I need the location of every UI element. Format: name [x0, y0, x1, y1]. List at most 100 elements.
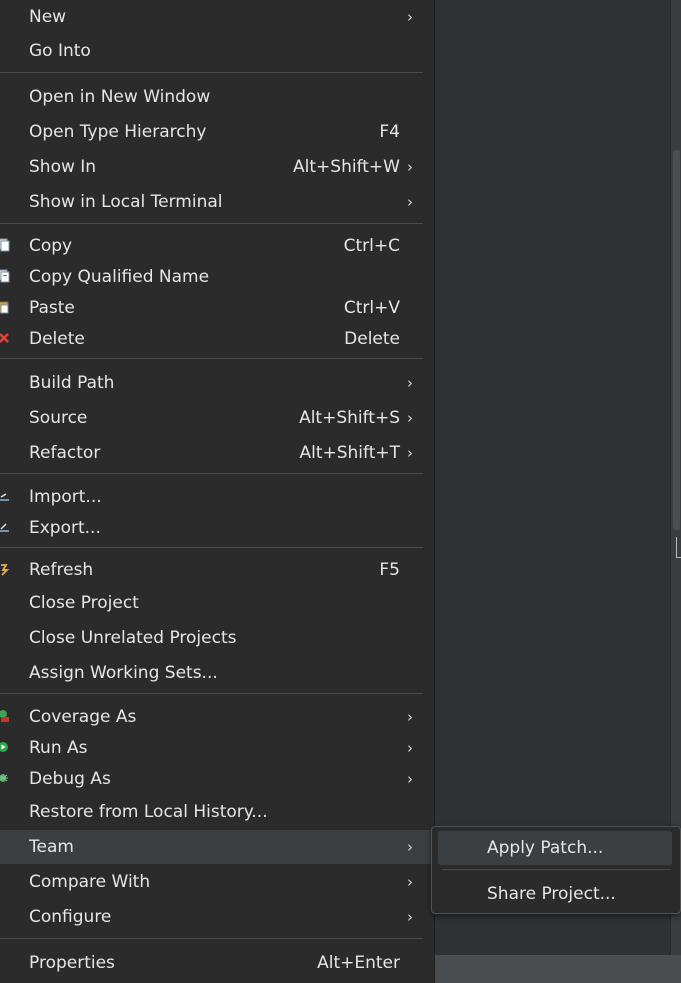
menu-item-source[interactable]: Source Alt+Shift+S › [0, 401, 423, 435]
menu-item-apply-patch[interactable]: Apply Patch... [438, 831, 672, 865]
menu-item-shortcut: Ctrl+V [343, 298, 400, 318]
menu-item-label: Show In [29, 157, 97, 177]
menu-item-open-in-new-window[interactable]: Open in New Window [0, 80, 423, 114]
paste-icon [0, 300, 10, 314]
menu-item-shortcut: F5 [379, 560, 400, 580]
menu-item-restore-from-local-history[interactable]: Restore from Local History... [0, 795, 423, 829]
menu-item-label: Restore from Local History... [29, 802, 268, 822]
menu-item-label: Properties [29, 953, 115, 973]
team-submenu: Apply Patch... Share Project... [431, 826, 681, 914]
menu-item-label: New [29, 7, 67, 27]
menu-item-close-unrelated-projects[interactable]: Close Unrelated Projects [0, 621, 423, 655]
menu-item-go-into[interactable]: Go Into [0, 34, 423, 68]
menu-item-show-in[interactable]: Show In Alt+Shift+W › [0, 150, 423, 184]
menu-item-export[interactable]: Export... [0, 511, 423, 545]
scrollbar-thumb[interactable] [673, 150, 680, 530]
editor-scrollbar[interactable] [670, 0, 681, 955]
menu-item-label: Copy Qualified Name [29, 267, 210, 287]
context-menu: New › Go Into Open in New Window Open Type H… [0, 0, 435, 983]
chevron-right-icon: › [407, 838, 413, 856]
menu-separator [0, 938, 423, 939]
menu-item-label: Refactor [29, 443, 101, 463]
menu-item-paste[interactable]: Paste Ctrl+V [0, 291, 423, 325]
chevron-right-icon: › [407, 374, 413, 392]
menu-item-copy[interactable]: Copy Ctrl+C [0, 229, 423, 263]
chevron-right-icon: › [407, 158, 413, 176]
menu-item-label: Close Project [29, 593, 139, 613]
chevron-right-icon: › [407, 8, 413, 26]
menu-separator [0, 693, 423, 694]
chevron-right-icon: › [407, 770, 413, 788]
chevron-right-icon: › [407, 409, 413, 427]
menu-item-label: Coverage As [29, 707, 137, 727]
menu-item-import[interactable]: Import... [0, 480, 423, 514]
editor-area [434, 0, 681, 955]
menu-item-shortcut: Alt+Enter [317, 953, 400, 973]
menu-item-new[interactable]: New › [0, 0, 423, 34]
menu-separator [0, 358, 423, 359]
menu-item-label: Close Unrelated Projects [29, 628, 237, 648]
menu-item-label: Debug As [29, 769, 111, 789]
menu-item-label: Share Project... [487, 884, 616, 904]
menu-item-assign-working-sets[interactable]: Assign Working Sets... [0, 656, 423, 690]
copy-qualified-name-icon [0, 269, 10, 283]
menu-item-configure[interactable]: Configure › [0, 900, 423, 934]
menu-item-label: Delete [29, 329, 85, 349]
menu-item-refactor[interactable]: Refactor Alt+Shift+T › [0, 436, 423, 470]
menu-item-label: Open in New Window [29, 87, 211, 107]
menu-item-label: Assign Working Sets... [29, 663, 218, 683]
menu-item-shortcut: Alt+Shift+T [299, 443, 400, 463]
menu-item-delete[interactable]: Delete Delete [0, 322, 423, 356]
menu-item-refresh[interactable]: Refresh F5 [0, 553, 423, 587]
menu-item-properties[interactable]: Properties Alt+Enter [0, 946, 423, 980]
menu-item-label: Paste [29, 298, 75, 318]
chevron-right-icon: › [407, 908, 413, 926]
menu-item-label: Configure [29, 907, 112, 927]
menu-separator [442, 869, 670, 870]
menu-item-label: Open Type Hierarchy [29, 122, 207, 142]
menu-item-debug-as[interactable]: Debug As › [0, 762, 423, 796]
coverage-icon [0, 709, 10, 723]
menu-item-label: Team [29, 837, 74, 857]
menu-item-shortcut: Alt+Shift+W [293, 157, 400, 177]
menu-item-compare-with[interactable]: Compare With › [0, 865, 423, 899]
menu-item-label: Run As [29, 738, 88, 758]
menu-item-label: Export... [29, 518, 101, 538]
menu-item-label: Show in Local Terminal [29, 192, 223, 212]
menu-item-label: Refresh [29, 560, 94, 580]
menu-item-run-as[interactable]: Run As › [0, 731, 423, 765]
menu-item-shortcut: Alt+Shift+S [299, 408, 400, 428]
chevron-right-icon: › [407, 739, 413, 757]
import-icon [0, 489, 10, 503]
menu-item-label: Build Path [29, 373, 115, 393]
debug-icon [0, 771, 10, 785]
menu-item-open-type-hierarchy[interactable]: Open Type Hierarchy F4 [0, 115, 423, 149]
menu-item-close-project[interactable]: Close Project [0, 586, 423, 620]
menu-item-build-path[interactable]: Build Path › [0, 366, 423, 400]
menu-item-coverage-as[interactable]: Coverage As › [0, 700, 423, 734]
menu-item-label: Import... [29, 487, 102, 507]
chevron-right-icon: › [407, 873, 413, 891]
delete-icon [0, 331, 10, 345]
menu-item-team[interactable]: Team › [0, 830, 433, 864]
chevron-right-icon: › [407, 708, 413, 726]
chevron-right-icon: › [407, 444, 413, 462]
menu-separator [0, 72, 423, 73]
menu-item-label: Source [29, 408, 88, 428]
menu-item-label: Copy [29, 236, 73, 256]
menu-item-share-project[interactable]: Share Project... [438, 877, 672, 911]
copy-icon [0, 238, 10, 252]
refresh-icon [0, 562, 10, 576]
menu-separator [0, 223, 423, 224]
menu-item-shortcut: Ctrl+C [343, 236, 400, 256]
chevron-right-icon: › [407, 193, 413, 211]
editor-ruler-mark [676, 537, 681, 558]
menu-item-label: Compare With [29, 872, 151, 892]
menu-item-label: Apply Patch... [487, 838, 604, 858]
menu-item-label: Go Into [29, 41, 91, 61]
menu-item-copy-qualified-name[interactable]: Copy Qualified Name [0, 260, 423, 294]
menu-item-show-in-local-terminal[interactable]: Show in Local Terminal › [0, 185, 423, 219]
menu-item-shortcut: F4 [379, 122, 400, 142]
export-icon [0, 520, 10, 534]
menu-separator [0, 473, 423, 474]
